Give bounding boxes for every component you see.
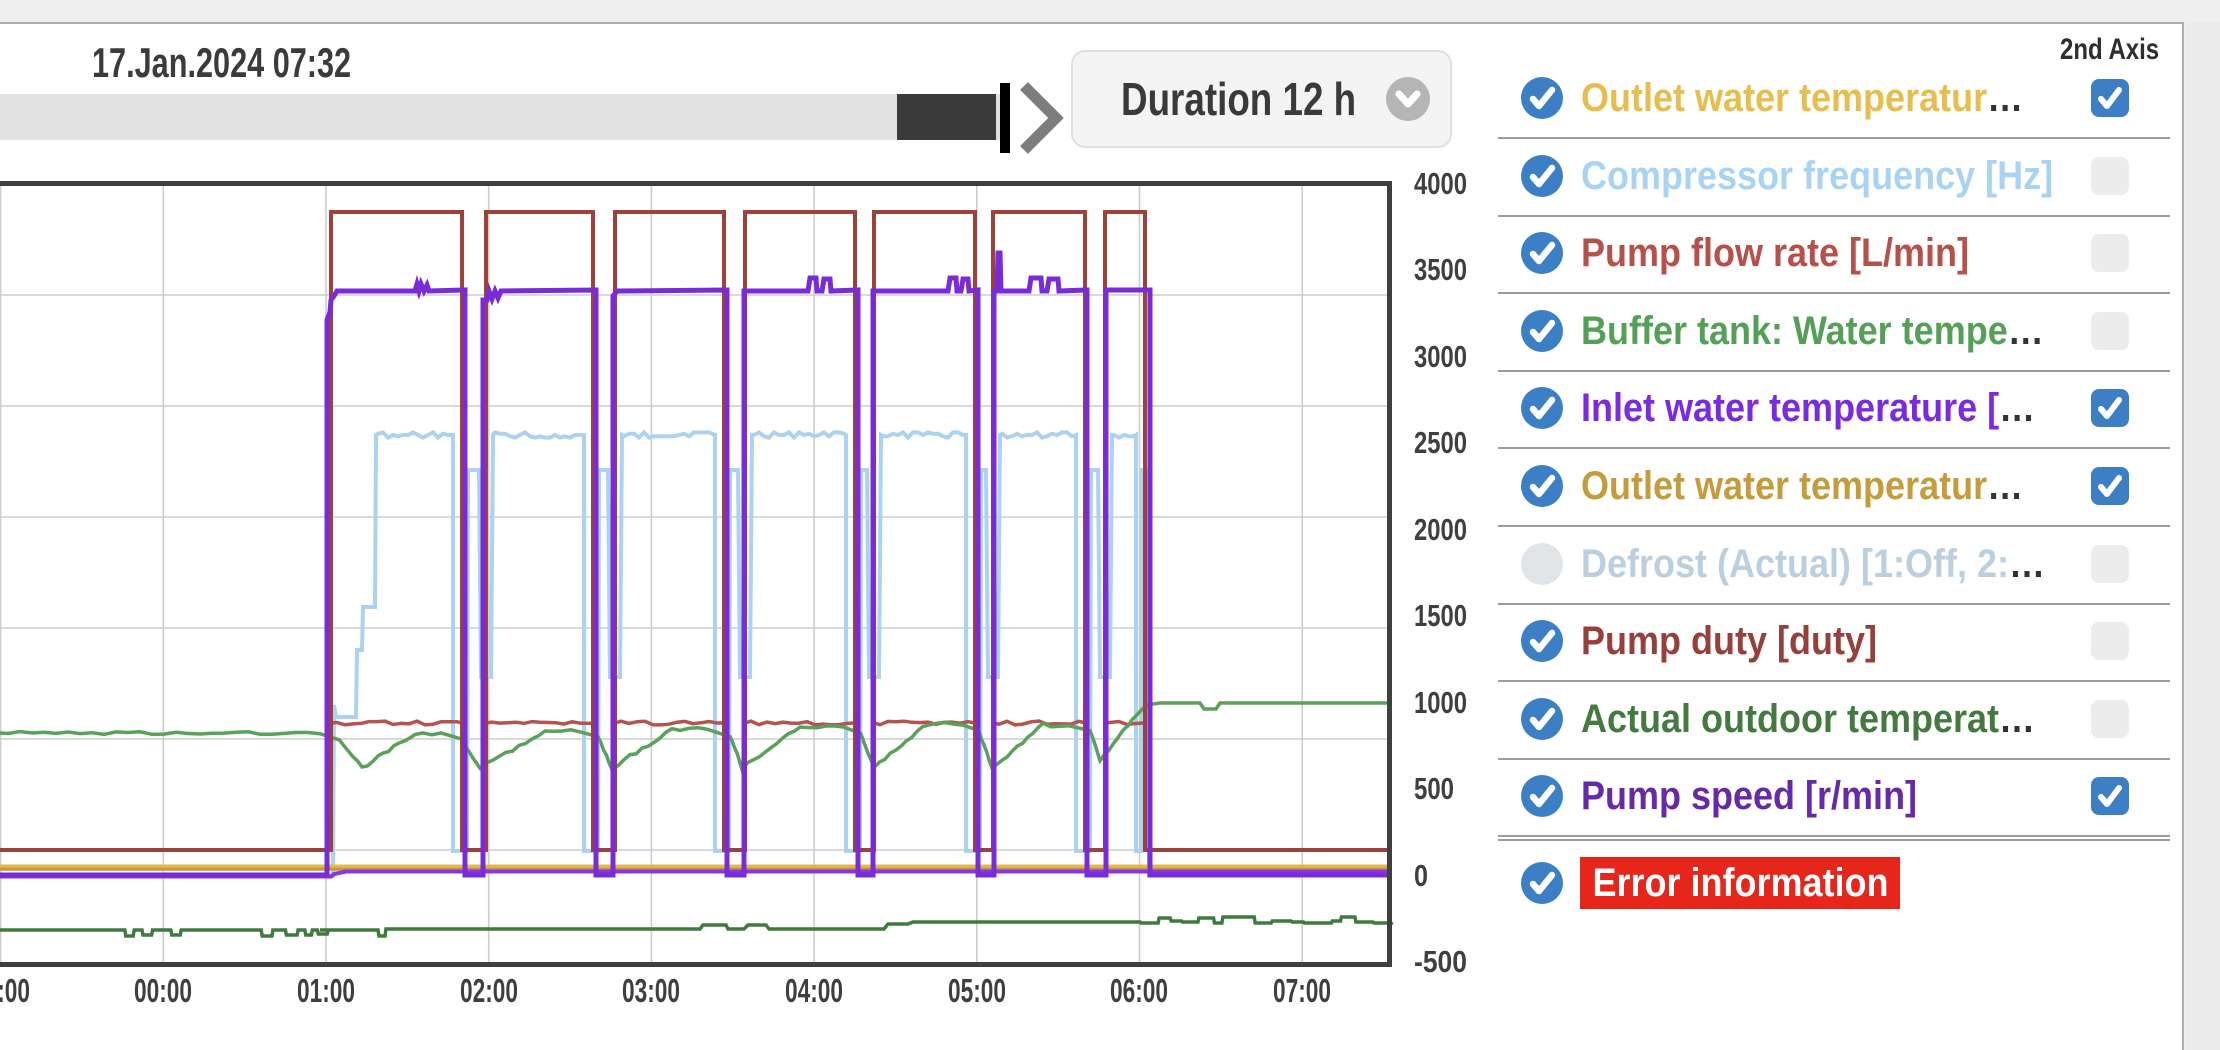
svg-text:04:00: 04:00 [785,972,843,1009]
svg-text:1000: 1000 [1414,685,1467,720]
svg-text:500: 500 [1414,771,1454,806]
svg-text:2500: 2500 [1414,425,1467,460]
svg-text:2000: 2000 [1414,512,1467,547]
svg-text:02:00: 02:00 [460,972,518,1009]
svg-text:06:00: 06:00 [1110,972,1168,1009]
svg-text:05:00: 05:00 [948,972,1006,1009]
svg-text:03:00: 03:00 [622,972,680,1009]
svg-text:01:00: 01:00 [297,972,355,1009]
svg-text:00:00: 00:00 [134,972,192,1009]
svg-text:1500: 1500 [1414,598,1467,633]
svg-text:-500: -500 [1414,944,1467,979]
svg-text:4000: 4000 [1414,166,1467,201]
svg-text:0: 0 [1414,858,1428,893]
svg-text:3000: 3000 [1414,339,1467,374]
svg-text:23:00: 23:00 [0,972,30,1009]
svg-text:07:00: 07:00 [1273,972,1331,1009]
svg-text:3500: 3500 [1414,252,1467,287]
